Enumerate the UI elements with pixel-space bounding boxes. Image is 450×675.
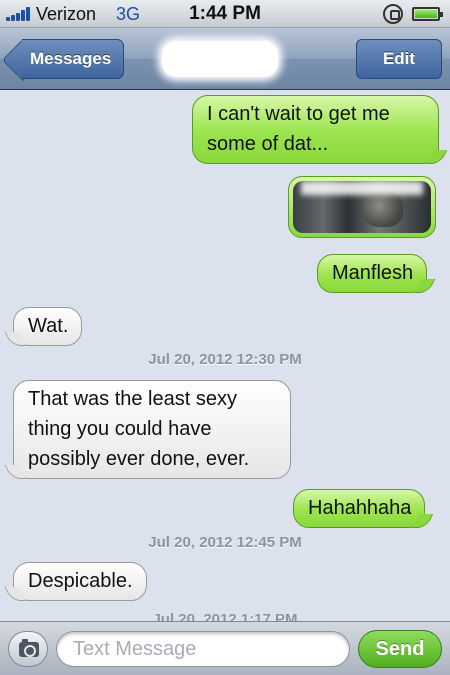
- message-text: Hahahhaha: [308, 497, 412, 519]
- rotation-lock-icon: [383, 4, 403, 24]
- send-button[interactable]: Send: [358, 630, 442, 668]
- message-timestamp: Jul 20, 2012 1:17 PM: [152, 611, 298, 621]
- edit-button[interactable]: Edit: [356, 39, 442, 79]
- camera-icon: [19, 639, 39, 657]
- photo-thumbnail[interactable]: [293, 181, 431, 233]
- message-text: Despicable.: [28, 570, 133, 592]
- sent-image-message[interactable]: [288, 176, 436, 238]
- message-text: That was the least sexy thing you could …: [28, 388, 250, 470]
- sent-message[interactable]: I can't wait to get me some of dat...: [192, 95, 448, 164]
- contact-name-redacted: [162, 41, 278, 77]
- message-text: Wat.: [28, 315, 69, 337]
- message-text: I can't wait to get me some of dat...: [207, 103, 390, 155]
- back-button[interactable]: Messages: [22, 39, 125, 79]
- status-bar: Verizon 3G 1:44 PM: [0, 0, 450, 28]
- camera-button[interactable]: [8, 631, 48, 667]
- received-message[interactable]: That was the least sexy thing you could …: [4, 380, 291, 479]
- message-timestamp: Jul 20, 2012 12:30 PM: [148, 351, 302, 368]
- received-message[interactable]: Despicable.: [4, 562, 147, 601]
- sent-message[interactable]: Manflesh: [317, 254, 436, 293]
- message-text-field[interactable]: [56, 631, 350, 667]
- message-text: Manflesh: [332, 262, 414, 284]
- message-input-bar: Send: [0, 621, 450, 675]
- conversation-thread[interactable]: I can't wait to get me some of dat... Ma…: [0, 91, 450, 621]
- navigation-bar: Messages Edit: [0, 28, 450, 90]
- received-message[interactable]: Wat.: [4, 307, 83, 346]
- message-timestamp: Jul 20, 2012 12:45 PM: [148, 534, 302, 551]
- sent-message[interactable]: Hahahhaha: [293, 489, 434, 528]
- battery-icon: [412, 7, 443, 21]
